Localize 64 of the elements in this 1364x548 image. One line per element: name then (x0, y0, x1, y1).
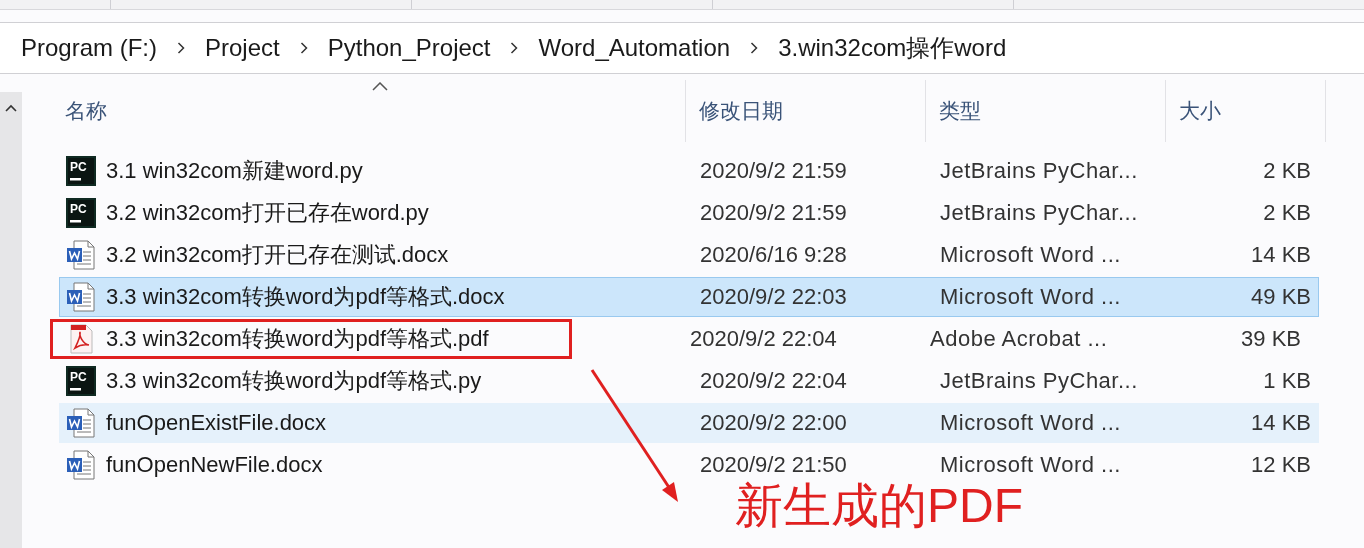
breadcrumb-item[interactable]: Program (F:) (21, 34, 157, 62)
breadcrumb-item[interactable]: Project (205, 34, 280, 62)
file-name: 3.2 win32com打开已存在word.py (106, 199, 429, 227)
file-row[interactable]: PC 3.3 win32com转换word为pdf等格式.py 2020/9/2 22:04 JetBrains PyChar... 1 KB (59, 361, 1319, 401)
file-type: Microsoft Word ... (939, 410, 1122, 436)
date-modified: 2020/9/2 21:59 (699, 200, 848, 226)
file-name: 3.3 win32com转换word为pdf等格式.pdf (106, 325, 489, 353)
pycharm-file-icon: PC (66, 156, 96, 186)
date-modified: 2020/9/2 22:04 (689, 326, 838, 352)
breadcrumb-item[interactable]: 3.win32com操作word (778, 32, 1007, 64)
file-size: 2 KB (1262, 158, 1311, 184)
pycharm-file-icon: PC (66, 366, 96, 396)
breadcrumb-item[interactable]: Python_Project (327, 34, 491, 62)
file-name: 3.1 win32com新建word.py (106, 157, 363, 185)
word-document-icon (66, 240, 96, 270)
file-row[interactable]: 3.3 win32com转换word为pdf等格式.docx 2020/9/2 22:03 Microsoft Word ... 49 KB (59, 277, 1319, 317)
file-type: JetBrains PyChar... (939, 200, 1139, 226)
column-header[interactable]: 修改日期 (686, 80, 926, 142)
word-document-icon (66, 408, 96, 438)
file-size: 1 KB (1262, 368, 1311, 394)
file-type: JetBrains PyChar... (939, 368, 1139, 394)
date-modified: 2020/9/2 22:00 (699, 410, 848, 436)
file-row[interactable]: funOpenExistFile.docx 2020/9/2 22:00 Microsoft Word ... 14 KB (59, 403, 1319, 443)
chevron-icon[interactable] (510, 42, 519, 54)
file-name: 3.3 win32com转换word为pdf等格式.py (106, 367, 482, 395)
file-row[interactable]: PC 3.1 win32com新建word.py 2020/9/2 21:59 JetBrains PyChar... 2 KB (59, 151, 1319, 191)
file-name: 3.2 win32com打开已存在测试.docx (106, 241, 449, 269)
date-modified: 2020/9/2 22:04 (699, 368, 848, 394)
chevron-icon[interactable] (299, 42, 308, 54)
sort-caret-icon (372, 82, 388, 91)
address-bar[interactable]: Program (F:) Project Python_Project Word_Automation 3.win32com操作word (0, 22, 1364, 74)
file-row[interactable]: PC 3.2 win32com打开已存在word.py 2020/9/2 21:59 JetBrains PyChar... 2 KB (59, 193, 1319, 233)
chevron-icon[interactable] (750, 42, 759, 54)
file-row[interactable]: 3.2 win32com打开已存在测试.docx 2020/6/16 9:28 Microsoft Word ... 14 KB (59, 235, 1319, 275)
breadcrumb-item[interactable]: Word_Automation (538, 34, 731, 62)
file-type: Adobe Acrobat ... (929, 326, 1109, 352)
file-size: 14 KB (1250, 410, 1311, 436)
file-size: 12 KB (1250, 452, 1311, 478)
annotation-text: 新生成的PDF (735, 482, 1023, 530)
file-name: funOpenNewFile.docx (106, 452, 323, 478)
column-header[interactable]: 大小 (1166, 80, 1326, 142)
column-header[interactable]: 名称 (59, 80, 686, 142)
file-size: 49 KB (1250, 284, 1311, 310)
date-modified: 2020/9/2 21:50 (699, 452, 848, 478)
file-row[interactable]: 3.3 win32com转换word为pdf等格式.pdf 2020/9/2 22:04 Adobe Acrobat ... 39 KB (59, 319, 1319, 359)
word-document-icon (66, 450, 96, 480)
file-name: funOpenExistFile.docx (106, 410, 327, 436)
file-size: 14 KB (1250, 242, 1311, 268)
file-type: Microsoft Word ... (939, 242, 1122, 268)
word-document-icon (66, 282, 96, 312)
file-name: 3.3 win32com转换word为pdf等格式.docx (106, 283, 505, 311)
scrollbar[interactable] (0, 92, 22, 548)
file-type: JetBrains PyChar... (939, 158, 1139, 184)
file-size: 2 KB (1262, 200, 1311, 226)
date-modified: 2020/9/2 21:59 (699, 158, 848, 184)
file-type: Microsoft Word ... (939, 452, 1122, 478)
file-size: 39 KB (1240, 326, 1301, 352)
column-header[interactable]: 类型 (926, 80, 1166, 142)
date-modified: 2020/9/2 22:03 (699, 284, 848, 310)
file-type: Microsoft Word ... (939, 284, 1122, 310)
date-modified: 2020/6/16 9:28 (699, 242, 848, 268)
scroll-up-icon[interactable] (5, 104, 17, 112)
pycharm-file-icon: PC (66, 198, 96, 228)
chevron-icon[interactable] (177, 42, 185, 54)
